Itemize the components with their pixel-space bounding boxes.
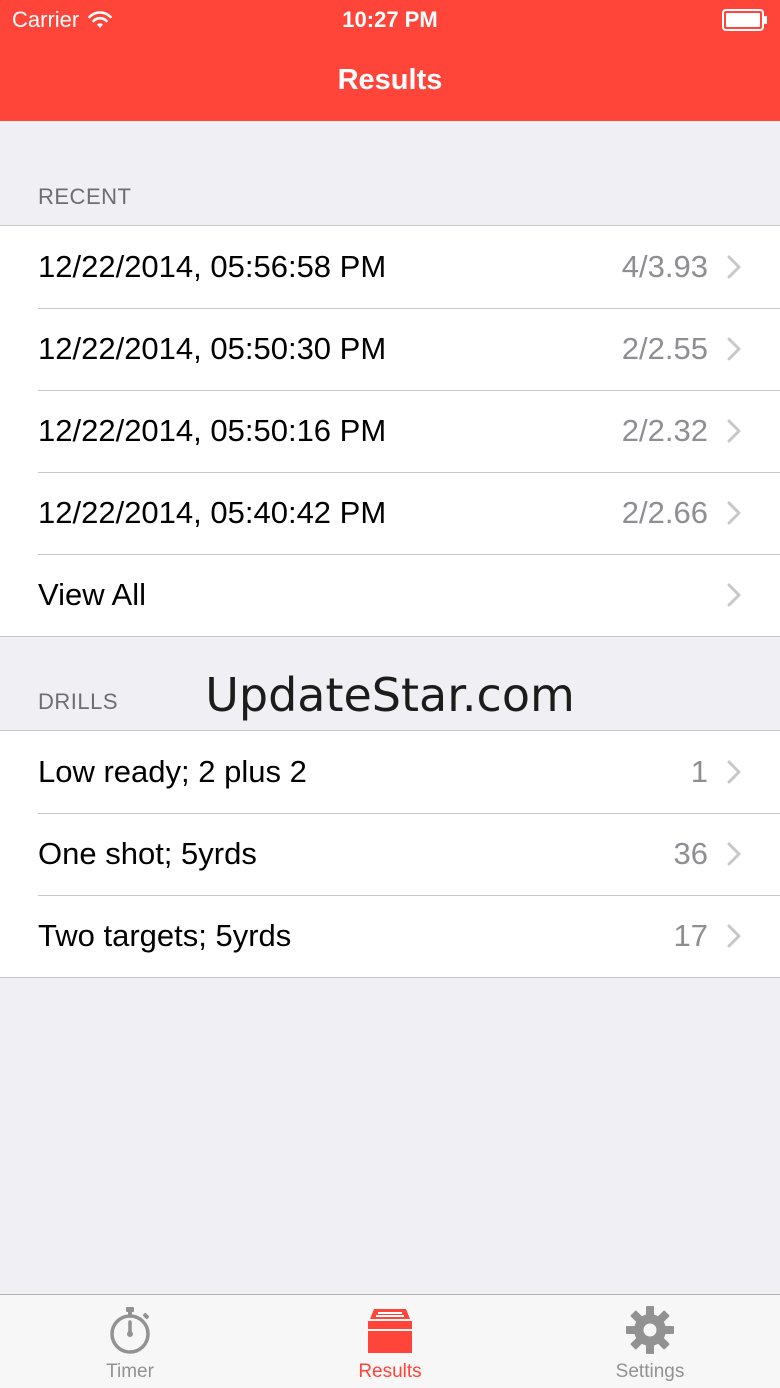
result-score: 4/3.93 [621,249,708,284]
chevron-right-icon [727,842,741,866]
result-score: 2/2.55 [621,331,708,366]
recent-result-row[interactable]: 12/22/2014, 05:50:30 PM 2/2.55 [0,308,780,390]
tab-settings[interactable]: Settings [520,1295,780,1388]
result-score: 2/2.32 [621,413,708,448]
drill-row[interactable]: Two targets; 5yrds 17 [0,895,780,977]
result-timestamp: 12/22/2014, 05:50:30 PM [38,331,387,366]
navigation-header: Carrier 10:27 PM Results [0,0,780,121]
tab-timer[interactable]: Timer [0,1295,260,1388]
tab-label: Results [358,1361,422,1382]
chevron-right-icon [727,760,741,784]
result-timestamp: 12/22/2014, 05:40:42 PM [38,495,387,530]
chevron-right-icon [727,337,741,361]
chevron-right-icon [727,924,741,948]
result-timestamp: 12/22/2014, 05:50:16 PM [38,413,387,448]
drill-name: Two targets; 5yrds [38,918,292,953]
drill-count: 1 [690,754,708,789]
page-title: Results [337,64,443,96]
recent-list: 12/22/2014, 05:56:58 PM 4/3.93 12/22/201… [0,225,780,637]
chevron-right-icon [727,255,741,279]
drill-count: 17 [673,918,708,953]
result-score: 2/2.66 [621,495,708,530]
chevron-right-icon [727,583,741,607]
status-time: 10:27 PM [342,7,438,32]
drill-row[interactable]: One shot; 5yrds 36 [0,813,780,895]
tab-bar: Timer Results Settings [0,1294,780,1388]
view-all-label: View All [38,577,146,612]
tab-label: Settings [615,1361,685,1382]
tab-results[interactable]: Results [260,1295,520,1388]
drill-name: One shot; 5yrds [38,836,257,871]
drills-list: Low ready; 2 plus 2 1 One shot; 5yrds 36… [0,730,780,978]
drill-name: Low ready; 2 plus 2 [38,754,307,789]
recent-result-row[interactable]: 12/22/2014, 05:40:42 PM 2/2.66 [0,472,780,554]
recent-result-row[interactable]: 12/22/2014, 05:56:58 PM 4/3.93 [0,226,780,308]
drill-count: 36 [673,836,708,871]
section-header-drills: DRILLS [38,689,119,714]
tab-label: Timer [106,1361,154,1382]
result-timestamp: 12/22/2014, 05:56:58 PM [38,249,387,284]
chevron-right-icon [727,419,741,443]
chevron-right-icon [727,501,741,525]
view-all-row[interactable]: View All [0,554,780,636]
gear-icon [626,1306,674,1354]
results-box-icon [368,1309,412,1353]
battery-icon [722,9,767,31]
recent-result-row[interactable]: 12/22/2014, 05:50:16 PM 2/2.32 [0,390,780,472]
stopwatch-icon [110,1307,150,1354]
drill-row[interactable]: Low ready; 2 plus 2 1 [0,731,780,813]
section-header-recent: RECENT [38,184,132,209]
